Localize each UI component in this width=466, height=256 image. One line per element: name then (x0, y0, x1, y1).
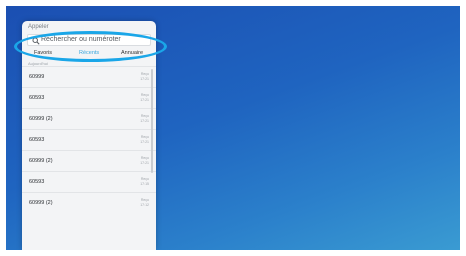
list-item[interactable]: 60999 Reçu 17:21 (22, 66, 156, 87)
list-item[interactable]: 60999 (2) Reçu 17:12 (22, 192, 156, 213)
contact-name: 60593 (29, 137, 45, 143)
contact-name: 60999 (2) (29, 200, 53, 206)
contact-name: 60999 (2) (29, 158, 53, 164)
call-meta: Reçu 17:21 (140, 135, 149, 144)
call-meta: Reçu 17:21 (140, 114, 149, 123)
list-scrollbar[interactable] (151, 69, 153, 173)
list-item[interactable]: 60593 Reçu 17:21 (22, 87, 156, 108)
panel-title: Appeler (28, 24, 49, 30)
contact-name: 60593 (29, 95, 45, 101)
search-highlight-oval (14, 31, 167, 62)
list-item[interactable]: 60593 Reçu 17:21 (22, 129, 156, 150)
screen-background: Appeler Rechercher ou numéroter Favoris … (6, 6, 460, 250)
list-item[interactable]: 60999 (2) Reçu 17:21 (22, 108, 156, 129)
contact-name: 60999 (2) (29, 116, 53, 122)
call-meta: Reçu 17:15 (140, 177, 149, 186)
call-meta: Reçu 17:21 (140, 72, 149, 81)
list-item[interactable]: 60593 Reçu 17:15 (22, 171, 156, 192)
list-item[interactable]: 60999 (2) Reçu 17:21 (22, 150, 156, 171)
call-meta: Reçu 17:21 (140, 156, 149, 165)
call-meta: Reçu 17:12 (140, 198, 149, 207)
contact-name: 60999 (29, 74, 45, 80)
call-meta: Reçu 17:21 (140, 93, 149, 102)
recent-calls-list: 60999 Reçu 17:21 60593 Reçu 17:21 60999 (2… (22, 66, 156, 213)
contact-name: 60593 (29, 179, 45, 185)
